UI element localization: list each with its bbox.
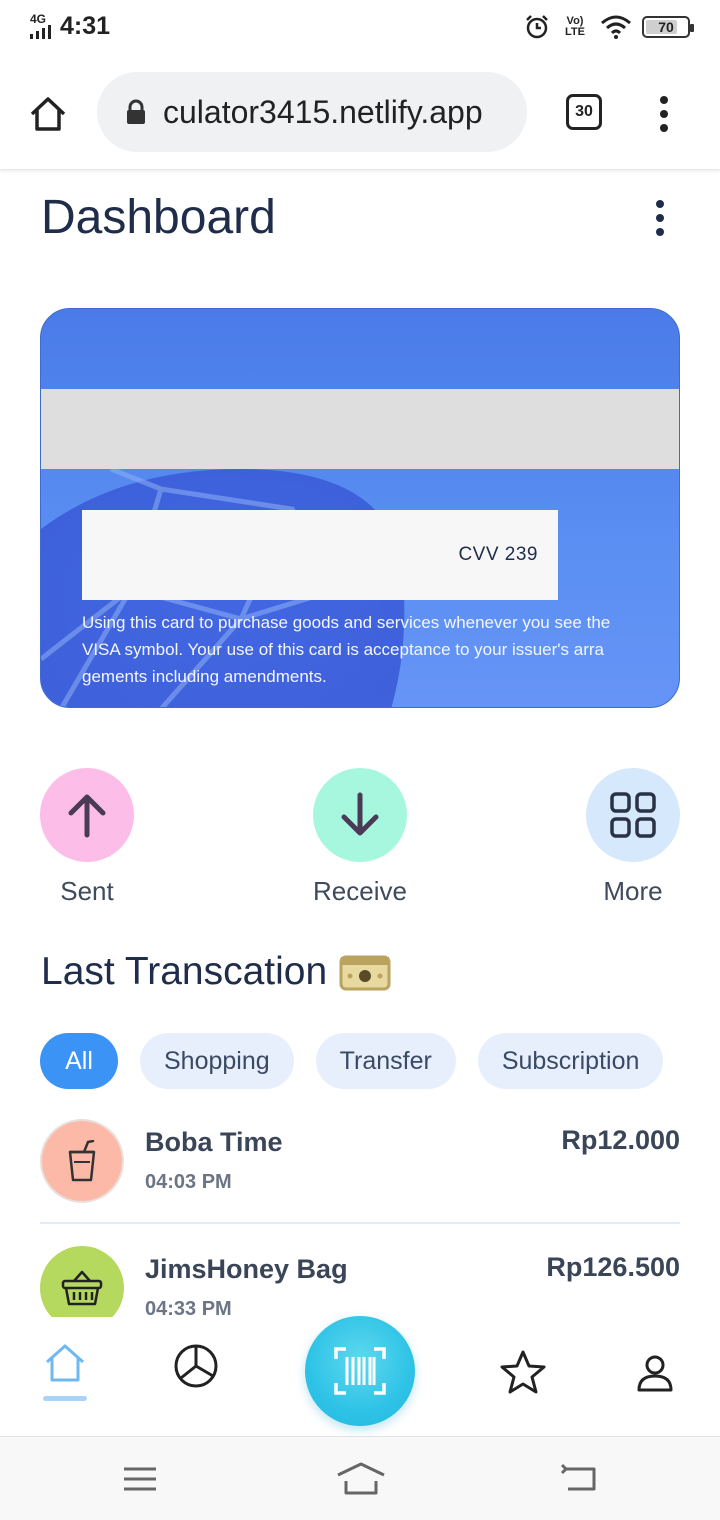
alarm-icon: [526, 15, 548, 39]
divider: [40, 1222, 680, 1224]
nav-favorites[interactable]: [498, 1347, 548, 1397]
active-tab-indicator: [43, 1396, 87, 1401]
more-button[interactable]: [586, 768, 680, 862]
tab-switcher-button[interactable]: 30: [566, 94, 602, 130]
star-icon: [500, 1350, 546, 1394]
money-icon: [339, 955, 391, 991]
transaction-time: 04:03 PM: [145, 1171, 232, 1193]
sent-button[interactable]: [40, 768, 134, 862]
wifi-icon: [601, 15, 631, 39]
page-menu-button[interactable]: [648, 198, 672, 238]
arrow-up-icon: [68, 794, 106, 838]
grid-icon: [610, 792, 656, 838]
transaction-amount: Rp12.000: [561, 1125, 680, 1155]
transaction-list: Boba Time 04:03 PM Rp12.000 JimsHoney Ba…: [40, 1115, 680, 1317]
nav-profile[interactable]: [630, 1348, 680, 1398]
receive-label: Receive: [313, 876, 407, 906]
filter-chip-subscription[interactable]: Subscription: [477, 1033, 664, 1089]
filter-chip-transfer[interactable]: Transfer: [315, 1033, 456, 1089]
address-bar[interactable]: culator3415.netlify.app: [97, 72, 527, 152]
lock-icon: [127, 99, 145, 124]
signature-panel: CVV 239: [82, 510, 558, 600]
menu-icon: [124, 1467, 156, 1491]
chart-icon: [174, 1344, 218, 1388]
profile-icon: [637, 1355, 673, 1392]
more-label: More: [603, 876, 663, 906]
more-vert-icon: [656, 200, 664, 236]
signal-indicator: 4G: [30, 12, 54, 39]
section-title-text: Last Transcation: [41, 950, 328, 993]
page-title: Dashboard: [41, 191, 276, 244]
battery-indicator: 70: [642, 16, 694, 38]
receive-action[interactable]: Receive: [313, 768, 407, 906]
network-type: 4G: [30, 12, 47, 26]
sent-label: Sent: [60, 876, 114, 906]
list-item[interactable]: JimsHoney Bag 04:33 PM Rp126.500: [40, 1242, 680, 1317]
list-item[interactable]: Boba Time 04:03 PM Rp12.000: [40, 1115, 680, 1225]
more-vert-icon: [660, 96, 668, 132]
signal-icon: [30, 25, 51, 39]
recent-apps-button[interactable]: [120, 1463, 160, 1495]
arrow-down-icon: [341, 792, 379, 836]
transaction-avatar: [40, 1246, 124, 1317]
last-transaction-heading: Last Transcation: [41, 950, 391, 994]
battery-percent: 70: [658, 19, 674, 35]
back-icon: [560, 1463, 596, 1491]
scan-icon: [334, 1347, 386, 1395]
bottom-navigation: [0, 1316, 720, 1436]
sent-action[interactable]: Sent: [40, 768, 134, 906]
filter-chip-shopping[interactable]: Shopping: [140, 1033, 294, 1089]
magnetic-stripe: [41, 389, 679, 469]
more-action[interactable]: More: [586, 768, 680, 906]
system-home-button[interactable]: [334, 1461, 388, 1497]
transaction-time: 04:33 PM: [145, 1298, 232, 1317]
scan-button[interactable]: [305, 1316, 415, 1426]
back-button[interactable]: [560, 1463, 600, 1495]
volte-indicator: Vo) LTE: [565, 15, 585, 38]
system-navigation-bar: [0, 1436, 720, 1520]
transaction-amount: Rp126.500: [546, 1252, 680, 1282]
browser-home-button[interactable]: [26, 92, 70, 136]
nav-home[interactable]: [40, 1338, 90, 1388]
cup-icon: [68, 1140, 96, 1182]
browser-toolbar: culator3415.netlify.app 30: [0, 58, 720, 170]
cvv-text: CVV 239: [458, 544, 538, 565]
receive-button[interactable]: [313, 768, 407, 862]
home-outline-icon: [337, 1462, 385, 1495]
home-icon: [30, 97, 66, 131]
clock: 4:31: [60, 12, 111, 40]
url-text: culator3415.netlify.app: [163, 93, 483, 130]
transaction-name: Boba Time: [145, 1127, 283, 1157]
browser-menu-button[interactable]: [652, 94, 676, 134]
filter-chips: All Shopping Transfer Subscription: [40, 1033, 664, 1089]
transaction-name: JimsHoney Bag: [145, 1254, 348, 1284]
card-disclaimer: Using this card to purchase goods and se…: [82, 613, 611, 686]
credit-card[interactable]: CVV 239 Using this card to purchase good…: [40, 308, 680, 708]
status-bar: 4G 4:31 Vo) LTE 70: [0, 0, 720, 58]
basket-icon: [61, 1270, 103, 1306]
transaction-avatar: [40, 1119, 124, 1203]
home-icon: [46, 1344, 84, 1382]
filter-chip-all[interactable]: All: [40, 1033, 118, 1089]
nav-stats[interactable]: [171, 1341, 221, 1391]
